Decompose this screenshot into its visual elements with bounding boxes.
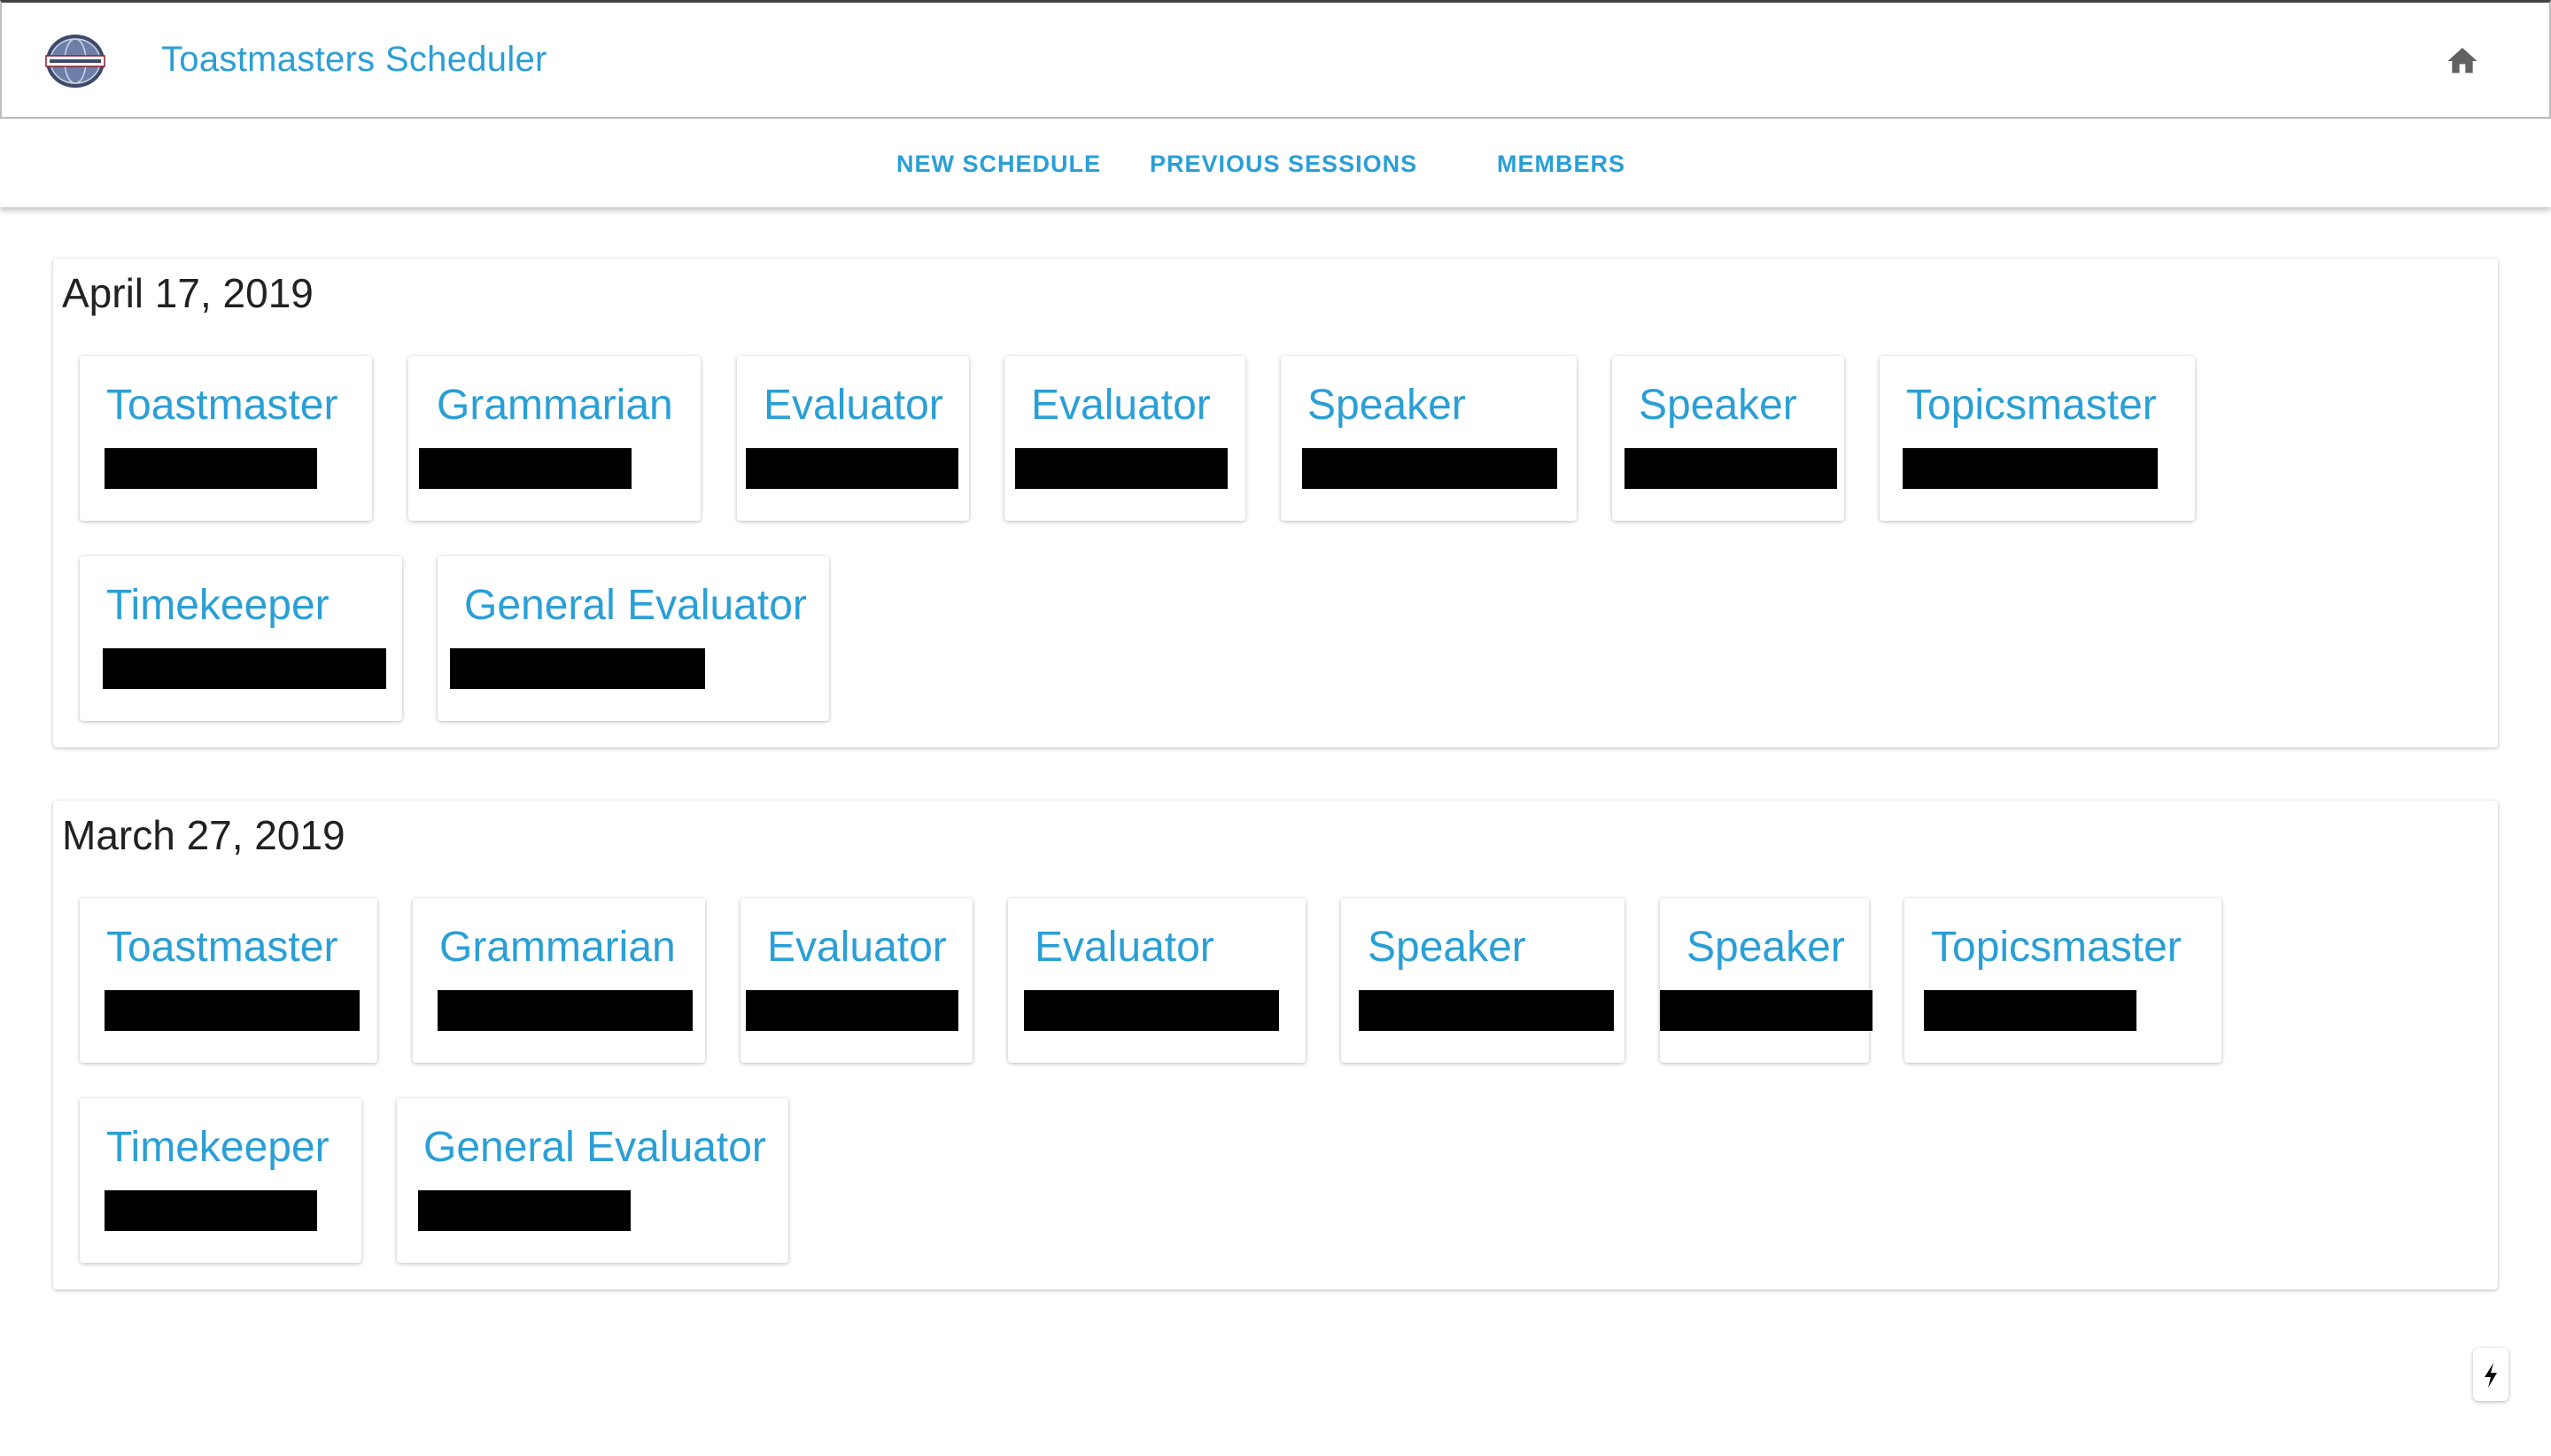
role-title: General Evaluator: [423, 1124, 766, 1171]
role-card-speaker[interactable]: Speaker: [1612, 356, 1844, 521]
role-card-evaluator[interactable]: Evaluator: [740, 898, 973, 1063]
toastmasters-logo-icon: [44, 33, 106, 89]
tab-new-schedule[interactable]: NEW SCHEDULE: [896, 151, 1101, 178]
member-name-redacted: [1924, 990, 2136, 1031]
lightning-bolt-icon: [2485, 1363, 2497, 1388]
role-title: Timekeeper: [106, 1124, 330, 1171]
member-name-redacted: [105, 990, 360, 1031]
role-card-evaluator[interactable]: Evaluator: [737, 356, 969, 521]
role-card-general-evaluator[interactable]: General Evaluator: [397, 1098, 788, 1263]
member-name-redacted: [103, 648, 386, 689]
app-bar: Toastmasters Scheduler: [0, 0, 2551, 119]
member-name-redacted: [1015, 448, 1228, 489]
tab-members[interactable]: MEMBERS: [1497, 151, 1625, 178]
role-card-toastmaster[interactable]: Toastmaster: [80, 898, 377, 1063]
role-card-evaluator[interactable]: Evaluator: [1004, 356, 1245, 521]
member-name-redacted: [1903, 448, 2158, 489]
nav-tabs: NEW SCHEDULE PREVIOUS SESSIONS MEMBERS: [0, 119, 2551, 207]
member-name-redacted: [450, 648, 705, 689]
lightning-bolt-button[interactable]: [2473, 1348, 2508, 1401]
role-title: Speaker: [1307, 382, 1466, 429]
role-card-toastmaster[interactable]: Toastmaster: [80, 356, 372, 521]
member-name-redacted: [419, 448, 632, 489]
member-name-redacted: [418, 1190, 631, 1231]
role-title: Evaluator: [1031, 382, 1211, 429]
role-title: Speaker: [1368, 924, 1526, 971]
role-title: Toastmaster: [106, 924, 338, 971]
role-title: Speaker: [1686, 924, 1845, 971]
role-title: Grammarian: [437, 382, 673, 429]
role-card-timekeeper[interactable]: Timekeeper: [80, 1098, 361, 1263]
role-card-speaker[interactable]: Speaker: [1660, 898, 1873, 1063]
member-name-redacted: [438, 990, 693, 1031]
role-title: General Evaluator: [464, 582, 807, 629]
home-icon[interactable]: [2445, 43, 2480, 79]
role-title: Timekeeper: [106, 582, 330, 629]
member-name-redacted: [746, 448, 958, 489]
member-name-redacted: [1624, 448, 1837, 489]
member-name-redacted: [105, 1190, 317, 1231]
member-name-redacted: [105, 448, 317, 489]
role-card-evaluator[interactable]: Evaluator: [1008, 898, 1306, 1063]
member-name-redacted: [746, 990, 958, 1031]
member-name-redacted: [1660, 990, 1873, 1031]
role-title: Evaluator: [1035, 924, 1214, 971]
role-card-speaker[interactable]: Speaker: [1281, 356, 1577, 521]
role-card-timekeeper[interactable]: Timekeeper: [80, 556, 402, 721]
app-title: Toastmasters Scheduler: [161, 40, 547, 79]
session-date: March 27, 2019: [62, 812, 345, 858]
member-name-redacted: [1359, 990, 1614, 1031]
session-card: March 27, 2019 Toastmaster Grammarian Ev…: [53, 801, 2498, 1289]
role-title: Speaker: [1639, 382, 1797, 429]
role-card-speaker[interactable]: Speaker: [1341, 898, 1624, 1063]
member-name-redacted: [1302, 448, 1557, 489]
role-title: Toastmaster: [106, 382, 338, 429]
role-card-grammarian[interactable]: Grammarian: [408, 356, 701, 521]
role-card-topicsmaster[interactable]: Topicsmaster: [1904, 898, 2221, 1063]
session-card: April 17, 2019 Toastmaster Grammarian Ev…: [53, 259, 2498, 747]
role-card-grammarian[interactable]: Grammarian: [413, 898, 705, 1063]
tab-previous-sessions[interactable]: PREVIOUS SESSIONS: [1150, 151, 1417, 178]
role-title: Grammarian: [439, 924, 676, 971]
role-card-general-evaluator[interactable]: General Evaluator: [438, 556, 829, 721]
session-date: April 17, 2019: [62, 270, 314, 316]
role-card-topicsmaster[interactable]: Topicsmaster: [1880, 356, 2195, 521]
role-title: Evaluator: [764, 382, 943, 429]
role-title: Topicsmaster: [1906, 382, 2157, 429]
role-title: Evaluator: [767, 924, 947, 971]
role-title: Topicsmaster: [1931, 924, 2182, 971]
member-name-redacted: [1024, 990, 1279, 1031]
